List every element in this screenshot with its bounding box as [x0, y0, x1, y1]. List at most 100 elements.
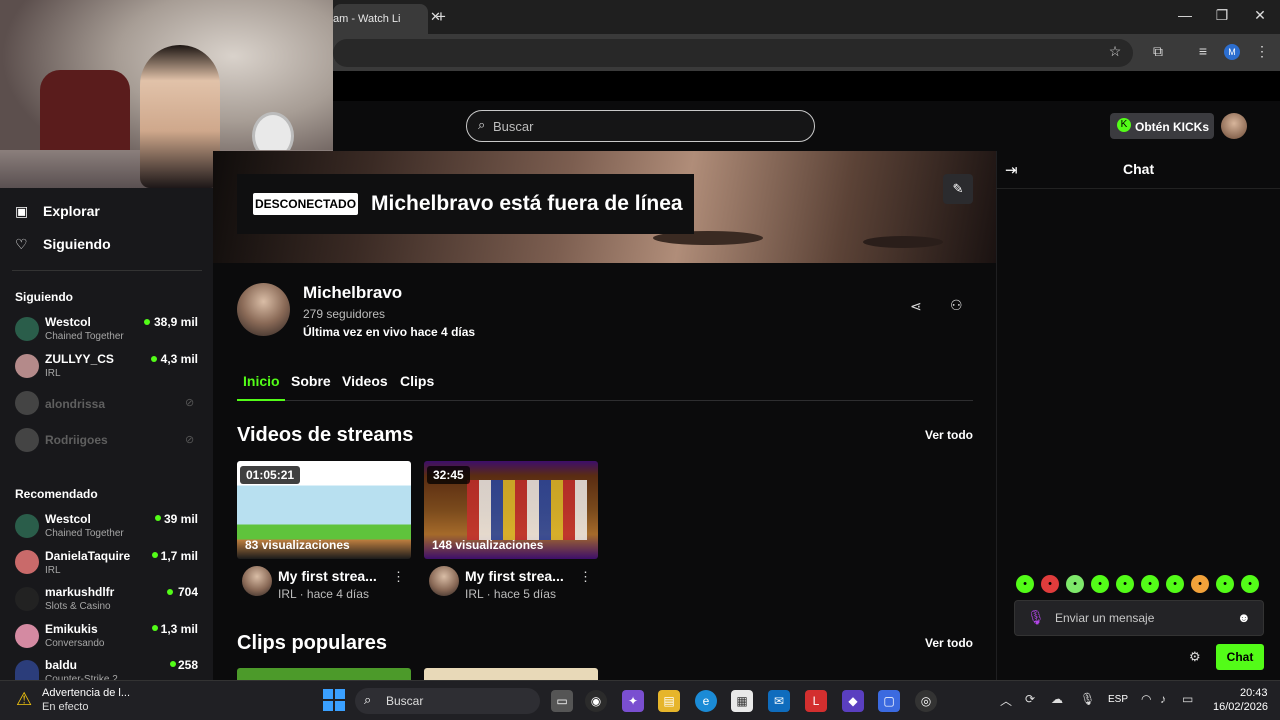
emoji-icon[interactable]: ☻: [1237, 610, 1251, 625]
sync-icon[interactable]: ⟳: [1025, 692, 1035, 706]
wifi-icon[interactable]: ◠: [1141, 692, 1151, 706]
channel-name[interactable]: alondrissa: [45, 397, 105, 411]
channel-avatar[interactable]: [15, 354, 39, 378]
chat-send-button[interactable]: Chat: [1216, 644, 1264, 670]
app-icon[interactable]: ◆: [842, 690, 864, 712]
channel-name[interactable]: baldu: [45, 658, 77, 672]
channel-avatar[interactable]: [15, 587, 39, 611]
follow-user-icon[interactable]: ⚇: [950, 297, 963, 314]
chat-emote[interactable]: •: [1191, 575, 1209, 593]
more-menu-icon[interactable]: ⋮: [1252, 43, 1272, 60]
offline-icon: ⊘: [185, 434, 195, 446]
nav-siguiendo[interactable]: Siguiendo: [43, 236, 111, 252]
channel-avatar-large[interactable]: [237, 283, 290, 336]
chat-emote[interactable]: •: [1141, 575, 1159, 593]
channel-name[interactable]: Westcol: [45, 315, 91, 329]
clock-date[interactable]: 16/02/2026: [1213, 701, 1268, 713]
tab-inicio[interactable]: Inicio: [243, 373, 280, 389]
tab-videos[interactable]: Videos: [342, 373, 388, 389]
chat-emote[interactable]: •: [1216, 575, 1234, 593]
close-window-button[interactable]: ✕: [1250, 7, 1270, 24]
roblox-icon[interactable]: ▢: [878, 690, 900, 712]
extensions-icon[interactable]: ⧉: [1148, 43, 1168, 60]
chrome-icon[interactable]: ◉: [585, 690, 607, 712]
volume-icon[interactable]: ♪: [1160, 692, 1166, 706]
taskbar-search[interactable]: [355, 688, 540, 714]
channel-avatar[interactable]: [15, 660, 39, 680]
channel-name[interactable]: DanielaTaquire: [45, 549, 130, 563]
user-avatar[interactable]: [1221, 113, 1247, 139]
channel-name[interactable]: Westcol: [45, 512, 91, 526]
tab-sobre[interactable]: Sobre: [291, 373, 331, 389]
minimize-button[interactable]: —: [1175, 7, 1195, 23]
edge-icon[interactable]: e: [695, 690, 717, 712]
warning-icon[interactable]: ⚠: [16, 689, 32, 710]
tab-clips[interactable]: Clips: [400, 373, 434, 389]
store-icon[interactable]: ▦: [731, 690, 753, 712]
video-channel-avatar[interactable]: [242, 566, 272, 596]
collapse-chat-icon[interactable]: ⇥: [1005, 161, 1018, 179]
chat-settings-icon[interactable]: ⚙: [1189, 649, 1201, 665]
channel-avatar[interactable]: [15, 317, 39, 341]
outlook-icon[interactable]: ✉: [768, 690, 790, 712]
chat-emote[interactable]: •: [1241, 575, 1259, 593]
video-options-icon[interactable]: ⋮: [579, 569, 592, 585]
clip-thumbnail[interactable]: [424, 668, 598, 680]
bookmark-star-icon[interactable]: ☆: [1105, 43, 1125, 60]
copilot-icon[interactable]: ✦: [622, 690, 644, 712]
language-indicator[interactable]: ESP: [1108, 694, 1128, 705]
app-notification-icon[interactable]: ◎: [915, 690, 937, 712]
clips-see-all-link[interactable]: Ver todo: [925, 636, 973, 650]
address-bar[interactable]: [333, 39, 1133, 67]
channel-name[interactable]: Emikukis: [45, 622, 98, 636]
start-button[interactable]: [323, 689, 345, 711]
nav-explorar[interactable]: Explorar: [43, 203, 100, 219]
reading-list-icon[interactable]: ≡: [1193, 43, 1213, 59]
last-live-text: Última vez en vivo hace 4 días: [303, 325, 476, 339]
channel-avatar[interactable]: [15, 550, 39, 574]
app-l-icon[interactable]: L: [805, 690, 827, 712]
clip-thumbnail[interactable]: [237, 668, 411, 680]
channel-avatar[interactable]: [15, 514, 39, 538]
microphone-icon[interactable]: 🎙: [1027, 609, 1045, 626]
channel-name[interactable]: ZULLYY_CS: [45, 352, 114, 366]
chevron-up-icon[interactable]: ︿: [1000, 692, 1012, 709]
recommended-heading: Recomendado: [15, 487, 98, 501]
channel-name[interactable]: markushdlfr: [45, 585, 114, 599]
channel-name[interactable]: Rodriigoes: [45, 433, 108, 447]
video-title[interactable]: My first strea...: [465, 568, 564, 584]
battery-icon[interactable]: ▭: [1182, 692, 1193, 706]
chat-emote[interactable]: •: [1016, 575, 1034, 593]
profile-avatar[interactable]: M: [1224, 44, 1240, 60]
notice-subtitle: En efecto: [42, 701, 89, 713]
video-options-icon[interactable]: ⋮: [392, 569, 405, 585]
new-tab-button[interactable]: +: [436, 7, 446, 27]
edit-banner-button[interactable]: ✎: [943, 174, 973, 204]
share-icon[interactable]: ⋖: [910, 298, 922, 315]
chat-emote[interactable]: •: [1091, 575, 1109, 593]
channel-avatar[interactable]: [15, 624, 39, 648]
video-channel-avatar[interactable]: [429, 566, 459, 596]
clock-time[interactable]: 20:43: [1240, 687, 1268, 699]
file-explorer-icon[interactable]: ▤: [658, 690, 680, 712]
chat-emote[interactable]: •: [1041, 575, 1059, 593]
chat-input-placeholder: Enviar un mensaje: [1055, 611, 1155, 625]
notice-title[interactable]: Advertencia de l...: [42, 687, 130, 699]
maximize-button[interactable]: ❐: [1212, 7, 1232, 24]
live-indicator: [144, 319, 150, 325]
tabs-divider: [237, 400, 973, 401]
channel-avatar[interactable]: [15, 391, 39, 415]
channel-avatar[interactable]: [15, 428, 39, 452]
browser-tab[interactable]: am - Watch Li: [333, 4, 428, 34]
chat-emote[interactable]: •: [1066, 575, 1084, 593]
chat-emote[interactable]: •: [1166, 575, 1184, 593]
viewer-count: 258: [177, 658, 198, 672]
videos-see-all-link[interactable]: Ver todo: [925, 428, 973, 442]
video-title[interactable]: My first strea...: [278, 568, 377, 584]
task-view-icon[interactable]: ▭: [551, 690, 573, 712]
cloud-off-icon[interactable]: ☁: [1051, 692, 1063, 706]
viewer-count: 1,7 mil: [160, 549, 198, 563]
video-views: 83 visualizaciones: [245, 538, 350, 552]
chat-emote[interactable]: •: [1116, 575, 1134, 593]
microphone-icon[interactable]: 🎙: [1080, 692, 1095, 706]
